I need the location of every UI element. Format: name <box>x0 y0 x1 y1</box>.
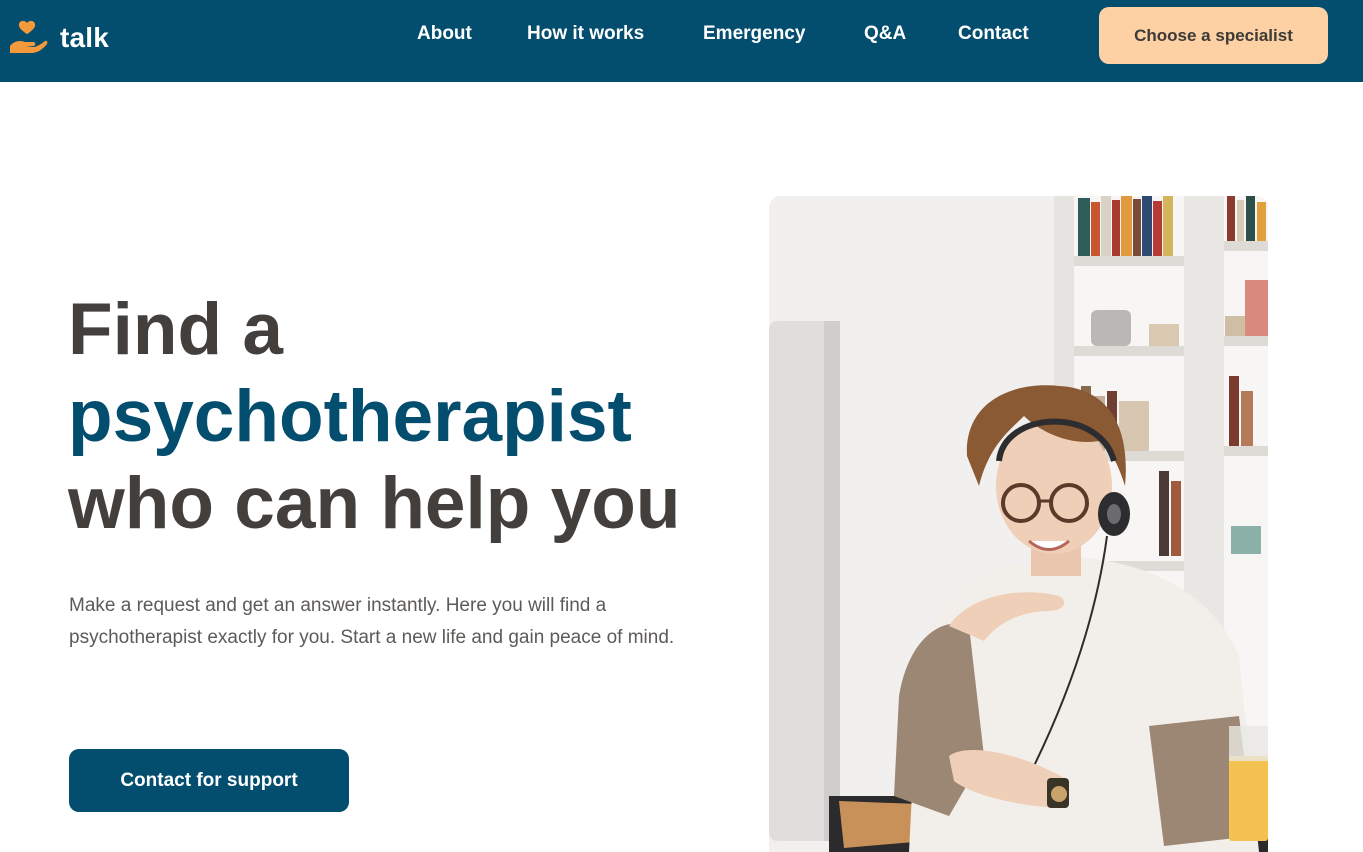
choose-specialist-button[interactable]: Choose a specialist <box>1099 7 1328 64</box>
nav-link-how-it-works[interactable]: How it works <box>527 23 644 45</box>
nav-link-contact[interactable]: Contact <box>958 23 1029 45</box>
contact-support-button[interactable]: Contact for support <box>69 749 349 812</box>
hero-photo <box>769 196 1268 852</box>
top-navbar: talk About How it works Emergency Q&A Co… <box>0 0 1363 82</box>
hero-title: Find a psychotherapist who can help you <box>68 286 748 547</box>
nav-link-emergency[interactable]: Emergency <box>703 23 805 45</box>
hero-description: Make a request and get an answer instant… <box>69 595 675 648</box>
hero-title-line-3: who can help you <box>68 463 681 544</box>
nav-link-qa[interactable]: Q&A <box>864 23 906 45</box>
hero-title-line-1: Find a <box>68 289 283 370</box>
nav-link-about[interactable]: About <box>417 23 472 45</box>
hero-title-accent: psychotherapist <box>68 376 632 457</box>
